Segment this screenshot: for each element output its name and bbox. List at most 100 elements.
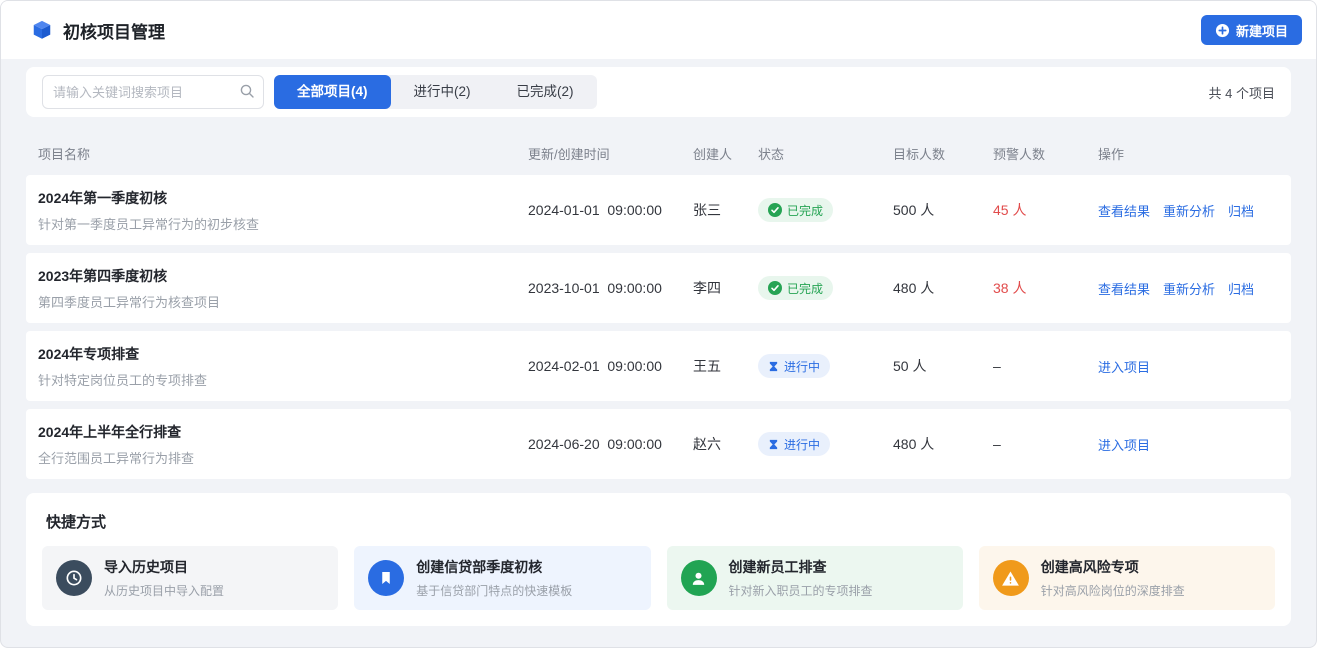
action-link[interactable]: 重新分析 [1163, 282, 1215, 297]
preliminary-review-project-management-page: 初核项目管理 新建项目 全部项目(4)进行中(2)已完成(2) 共 4 个项目 … [0, 0, 1317, 648]
shortcut-title: 导入历史项目 [104, 557, 224, 577]
shortcut-text: 创建信贷部季度初核 基于信贷部门特点的快速模板 [416, 557, 572, 599]
shortcut-title: 创建高风险专项 [1041, 557, 1185, 577]
shortcuts-panel: 快捷方式 导入历史项目 从历史项目中导入配置 创建信贷部季度初核 基 [26, 493, 1291, 626]
action-link[interactable]: 进入项目 [1098, 438, 1150, 453]
warning-count: 38 人 [993, 278, 1098, 298]
filter-tab-0[interactable]: 全部项目(4) [274, 75, 391, 109]
shortcut-description: 从历史项目中导入配置 [104, 582, 224, 599]
project-description: 针对第一季度员工异常行为的初步核查 [38, 214, 528, 233]
shortcut-description: 针对新入职员工的专项排查 [729, 582, 873, 599]
status-badge: 进行中 [758, 354, 830, 378]
project-creator: 王五 [693, 356, 758, 376]
project-name-cell: 2024年上半年全行排查 全行范围员工异常行为排查 [38, 422, 528, 467]
shortcut-text: 创建新员工排查 针对新入职员工的专项排查 [729, 557, 873, 599]
project-description: 全行范围员工异常行为排查 [38, 448, 528, 467]
shortcut-icon-circle [56, 560, 92, 596]
project-time: 2023-10-01 09:00:00 [528, 280, 693, 296]
shortcut-icon-circle [368, 560, 404, 596]
filter-tab-2[interactable]: 已完成(2) [494, 75, 597, 109]
user-icon [689, 569, 708, 588]
table-row: 2024年第一季度初核 针对第一季度员工异常行为的初步核查 2024-01-01… [26, 175, 1291, 245]
hourglass-icon [768, 439, 779, 450]
status-cell: 进行中 [758, 354, 893, 378]
column-header-5: 预警人数 [993, 144, 1098, 163]
target-count: 480 人 [893, 278, 993, 298]
shortcut-description: 针对高风险岗位的深度排查 [1041, 582, 1185, 599]
row-actions: 查看结果重新分析归档 [1098, 201, 1279, 220]
status-label: 已完成 [787, 202, 823, 219]
warning-count: 45 人 [993, 200, 1098, 220]
row-actions: 进入项目 [1098, 357, 1279, 376]
table-header: 项目名称更新/创建时间创建人状态目标人数预警人数操作 [26, 131, 1291, 175]
column-header-6: 操作 [1098, 144, 1279, 163]
action-link[interactable]: 进入项目 [1098, 360, 1150, 375]
warning-triangle-icon [1001, 569, 1020, 588]
shortcut-title: 创建信贷部季度初核 [416, 557, 572, 577]
warning-count: – [993, 358, 1098, 374]
project-time: 2024-06-20 09:00:00 [528, 436, 693, 452]
status-label: 进行中 [784, 358, 820, 375]
check-circle-icon [768, 281, 782, 295]
warning-count: – [993, 436, 1098, 452]
page-header: 初核项目管理 新建项目 [1, 1, 1316, 59]
status-label: 进行中 [784, 436, 820, 453]
status-badge: 已完成 [758, 198, 833, 222]
shortcut-icon-circle [681, 560, 717, 596]
column-header-3: 状态 [758, 144, 893, 163]
table-row: 2024年专项排查 针对特定岗位员工的专项排查 2024-02-01 09:00… [26, 331, 1291, 401]
project-name: 2023年第四季度初核 [38, 266, 528, 286]
plus-circle-icon [1215, 23, 1230, 38]
page-title: 初核项目管理 [63, 18, 165, 43]
target-count: 500 人 [893, 200, 993, 220]
shortcut-text: 导入历史项目 从历史项目中导入配置 [104, 557, 224, 599]
project-time: 2024-01-01 09:00:00 [528, 202, 693, 218]
filter-tab-1[interactable]: 进行中(2) [391, 75, 494, 109]
column-header-4: 目标人数 [893, 144, 993, 163]
main-content: 全部项目(4)进行中(2)已完成(2) 共 4 个项目 项目名称更新/创建时间创… [1, 59, 1316, 626]
filter-tabs: 全部项目(4)进行中(2)已完成(2) [274, 75, 597, 109]
new-project-button[interactable]: 新建项目 [1201, 15, 1302, 45]
shortcut-card[interactable]: 导入历史项目 从历史项目中导入配置 [42, 546, 338, 610]
status-cell: 已完成 [758, 198, 893, 222]
bookmark-icon [377, 569, 395, 587]
status-cell: 进行中 [758, 432, 893, 456]
project-creator: 赵六 [693, 434, 758, 454]
action-link[interactable]: 查看结果 [1098, 282, 1150, 297]
shortcut-text: 创建高风险专项 针对高风险岗位的深度排查 [1041, 557, 1185, 599]
search-icon[interactable] [239, 83, 255, 99]
project-description: 针对特定岗位员工的专项排查 [38, 370, 528, 389]
target-count: 50 人 [893, 356, 993, 376]
shortcut-card[interactable]: 创建高风险专项 针对高风险岗位的深度排查 [979, 546, 1275, 610]
project-name: 2024年上半年全行排查 [38, 422, 528, 442]
status-badge: 已完成 [758, 276, 833, 300]
action-link[interactable]: 查看结果 [1098, 204, 1150, 219]
action-link[interactable]: 归档 [1228, 204, 1254, 219]
box-icon [31, 19, 53, 41]
target-count: 480 人 [893, 434, 993, 454]
project-name-cell: 2024年第一季度初核 针对第一季度员工异常行为的初步核查 [38, 188, 528, 233]
project-time: 2024-02-01 09:00:00 [528, 358, 693, 374]
table-row: 2024年上半年全行排查 全行范围员工异常行为排查 2024-06-20 09:… [26, 409, 1291, 479]
column-header-2: 创建人 [693, 144, 758, 163]
shortcut-card[interactable]: 创建信贷部季度初核 基于信贷部门特点的快速模板 [354, 546, 650, 610]
search-box [42, 75, 264, 109]
project-description: 第四季度员工异常行为核查项目 [38, 292, 528, 311]
row-actions: 查看结果重新分析归档 [1098, 279, 1279, 298]
search-input[interactable] [42, 75, 264, 109]
project-name-cell: 2023年第四季度初核 第四季度员工异常行为核查项目 [38, 266, 528, 311]
shortcut-icon-circle [993, 560, 1029, 596]
action-link[interactable]: 归档 [1228, 282, 1254, 297]
action-link[interactable]: 重新分析 [1163, 204, 1215, 219]
shortcut-list: 导入历史项目 从历史项目中导入配置 创建信贷部季度初核 基于信贷部门特点的快速模… [42, 546, 1275, 610]
shortcuts-title: 快捷方式 [46, 511, 1275, 532]
shortcut-description: 基于信贷部门特点的快速模板 [416, 582, 572, 599]
status-label: 已完成 [787, 280, 823, 297]
project-name-cell: 2024年专项排查 针对特定岗位员工的专项排查 [38, 344, 528, 389]
project-creator: 张三 [693, 200, 758, 220]
column-header-0: 项目名称 [38, 144, 528, 163]
new-project-button-label: 新建项目 [1236, 21, 1288, 40]
shortcut-card[interactable]: 创建新员工排查 针对新入职员工的专项排查 [667, 546, 963, 610]
hourglass-icon [768, 361, 779, 372]
status-badge: 进行中 [758, 432, 830, 456]
